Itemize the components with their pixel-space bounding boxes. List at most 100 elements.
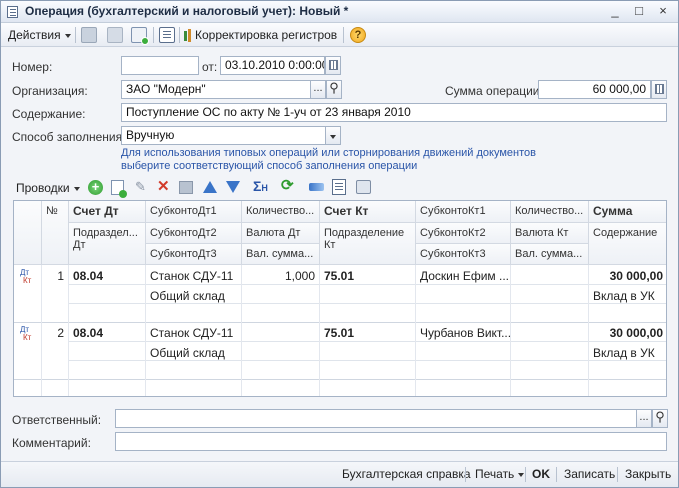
header-subconto-kt3[interactable]: СубконтоКт3	[416, 244, 511, 265]
header-department-dt[interactable]: Подраздел... Дт	[69, 223, 146, 265]
header-subconto-kt2[interactable]: СубконтоКт2	[416, 223, 511, 244]
header-quantity-dt[interactable]: Количество...	[242, 201, 320, 223]
print-list-icon[interactable]	[356, 180, 371, 194]
sum-input[interactable]: 60 000,00	[538, 80, 651, 99]
header-currency-dt[interactable]: Валюта Дт	[242, 223, 320, 244]
header-number[interactable]: №	[42, 201, 69, 265]
fill-hint-line1[interactable]: Для использования типовых операций или с…	[121, 147, 536, 160]
entry-type-icon: Дт Кт	[20, 268, 32, 285]
responsible-label: Ответственный:	[12, 413, 102, 427]
cell-quantity-dt[interactable]	[242, 324, 320, 328]
responsible-search-icon[interactable]: ⚲	[652, 409, 668, 428]
move-down-icon[interactable]	[226, 181, 240, 193]
unpost-icon[interactable]	[107, 27, 123, 43]
journal-icon[interactable]	[159, 27, 175, 43]
header-quantity-kt[interactable]: Количество...	[511, 201, 589, 223]
edit-row-icon[interactable]: ✎	[135, 180, 147, 194]
cell-subconto-dt1[interactable]: Станок СДУ-11	[146, 267, 242, 285]
end-edit-icon[interactable]	[179, 181, 193, 194]
print-menu[interactable]: Печать	[475, 467, 525, 481]
bottom-action-bar: Бухгалтерская справка Печать OK Записать…	[1, 461, 678, 487]
header-subconto-dt2[interactable]: СубконтоДт2	[146, 223, 242, 244]
add-row-icon[interactable]: +	[88, 180, 103, 195]
entries-menu[interactable]: Проводки	[16, 179, 80, 197]
comment-input[interactable]	[115, 432, 667, 451]
responsible-select-button[interactable]: ...	[636, 409, 652, 428]
cell-account-kt[interactable]: 75.01	[320, 267, 416, 285]
header-subconto-kt1[interactable]: СубконтоКт1	[416, 201, 511, 223]
column-divider	[145, 265, 146, 396]
header-currency-sum-dt[interactable]: Вал. сумма...	[242, 244, 320, 265]
row-number: 1	[42, 267, 69, 324]
entries-toolbar: Проводки + ✎ ✕ ΣH ⟳	[9, 178, 669, 198]
minimize-button[interactable]: _	[604, 3, 626, 20]
move-up-icon[interactable]	[203, 181, 217, 193]
cell-sum[interactable]: 30 000,00	[589, 267, 666, 285]
copy-document-icon[interactable]	[131, 27, 149, 45]
accounting-report-button[interactable]: Бухгалтерская справка	[342, 467, 471, 481]
cell-account-kt[interactable]: 75.01	[320, 324, 416, 342]
toolbar-separator	[556, 467, 557, 482]
calendar-button[interactable]	[325, 56, 341, 75]
header-account-dt[interactable]: Счет Дт	[69, 201, 146, 223]
entries-label: Проводки	[16, 181, 70, 195]
save-button[interactable]: Записать	[564, 467, 615, 481]
organization-select-button[interactable]: ...	[310, 80, 326, 99]
close-button[interactable]: Закрыть	[625, 467, 671, 481]
close-window-button[interactable]: ×	[652, 3, 674, 20]
header-currency-kt[interactable]: Валюта Кт	[511, 223, 589, 244]
header-subconto-dt1[interactable]: СубконтоДт1	[146, 201, 242, 223]
cell-account-dt[interactable]: 08.04	[69, 267, 146, 285]
column-divider	[588, 265, 589, 396]
fill-method-dropdown[interactable]	[325, 126, 341, 145]
actions-menu[interactable]: Действия	[8, 26, 71, 44]
header-sum[interactable]: Сумма	[589, 201, 666, 223]
organization-search-icon[interactable]: ⚲	[326, 80, 342, 99]
transfer-icon[interactable]	[309, 183, 324, 191]
calculator-icon	[655, 84, 664, 94]
help-icon[interactable]: ?	[350, 27, 366, 43]
cell-quantity-dt[interactable]: 1,000	[242, 267, 320, 285]
cell-account-dt[interactable]: 08.04	[69, 324, 146, 342]
copy-row-icon[interactable]	[111, 180, 127, 198]
sum-total-icon[interactable]: ΣH	[253, 178, 268, 196]
header-subconto-dt3[interactable]: СубконтоДт3	[146, 244, 242, 265]
ok-button[interactable]: OK	[532, 467, 550, 481]
window-title: Операция (бухгалтерский и налоговый учет…	[25, 4, 349, 18]
maximize-button[interactable]: □	[628, 3, 650, 20]
fill-hint-line2[interactable]: выберите соответствующий способ заполнен…	[121, 160, 417, 173]
cell-subconto-kt1[interactable]: Доскин Ефим ...	[416, 267, 511, 285]
post-icon[interactable]	[81, 27, 97, 43]
content-input[interactable]: Поступление ОС по акту № 1-уч от 23 янва…	[121, 103, 667, 122]
cell-subconto-dt1[interactable]: Станок СДУ-11	[146, 324, 242, 342]
column-divider	[241, 265, 242, 396]
calendar-icon	[329, 60, 338, 70]
fill-method-label: Способ заполнения:	[12, 130, 126, 144]
date-input[interactable]: 03.10.2010 0:00:00	[220, 56, 325, 75]
toolbar-separator	[153, 27, 154, 43]
organization-input[interactable]: ЗАО "Модерн"	[121, 80, 311, 99]
header-department-kt[interactable]: Подразделение Кт	[320, 223, 416, 265]
filter-list-icon[interactable]	[332, 179, 346, 195]
date-from-label: от:	[202, 60, 218, 74]
header-content[interactable]: Содержание	[589, 223, 666, 265]
number-input[interactable]	[121, 56, 199, 75]
header-account-kt[interactable]: Счет Кт	[320, 201, 416, 223]
cell-subconto-kt1[interactable]: Чурбанов Викт...	[416, 324, 511, 342]
correction-button[interactable]: Корректировка регистров	[184, 26, 337, 44]
delete-row-icon[interactable]: ✕	[157, 179, 170, 195]
table-row[interactable]: Дт Кт 1 08.04 Станок СДУ-11 1,000 75.01 Д…	[14, 265, 666, 324]
document-icon	[7, 6, 18, 18]
main-toolbar: Действия Корректировка регистров ?	[1, 23, 678, 47]
row-divider	[69, 303, 666, 304]
content-label: Содержание:	[12, 107, 86, 121]
calculator-button[interactable]	[651, 80, 667, 99]
responsible-input[interactable]	[115, 409, 637, 428]
refresh-icon[interactable]: ⟳	[281, 178, 294, 194]
cell-sum[interactable]: 30 000,00	[589, 324, 666, 342]
table-row[interactable]: Дт Кт 2 08.04 Станок СДУ-11 75.01 Чурбано…	[14, 322, 666, 381]
actions-label: Действия	[8, 28, 61, 42]
header-currency-sum-kt[interactable]: Вал. сумма...	[511, 244, 589, 265]
entries-table[interactable]: № Счет Дт СубконтоДт1 Количество... Счет…	[13, 200, 667, 397]
fill-method-select[interactable]: Вручную	[121, 126, 326, 145]
